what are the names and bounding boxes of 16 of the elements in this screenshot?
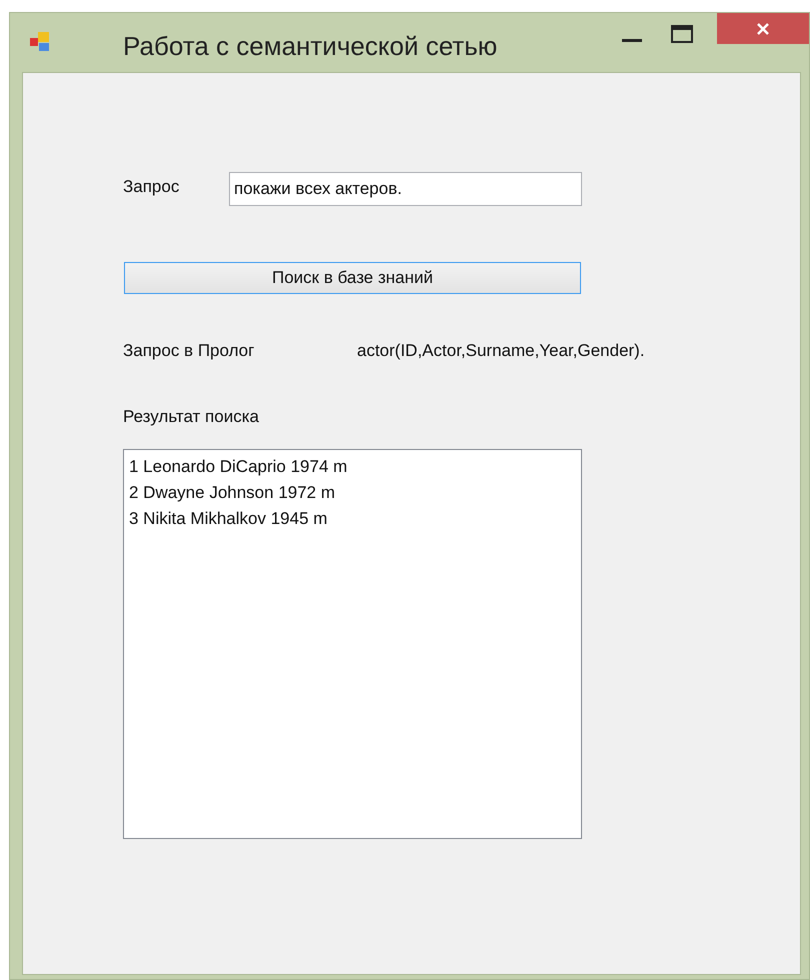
result-item[interactable]: 2 Dwayne Johnson 1972 m	[129, 480, 576, 506]
query-input[interactable]: покажи всех актеров.	[229, 172, 582, 206]
results-listbox[interactable]: 1 Leonardo DiCaprio 1974 m 2 Dwayne Johnson 1972 m 3 Nikita Mikhalkov 1945 m	[123, 449, 582, 839]
result-item[interactable]: 1 Leonardo DiCaprio 1974 m	[129, 454, 576, 480]
prolog-label: Запрос в Пролог	[123, 340, 256, 362]
query-label: Запрос	[123, 176, 180, 198]
prolog-query-text: actor(ID,Actor,Surname,Year,Gender).	[357, 340, 645, 362]
app-icon	[30, 32, 52, 52]
close-icon	[756, 22, 770, 36]
result-item[interactable]: 3 Nikita Mikhalkov 1945 m	[129, 506, 576, 532]
maximize-icon[interactable]	[671, 25, 693, 43]
close-button[interactable]	[717, 13, 809, 44]
search-button[interactable]: Поиск в базе знаний	[124, 262, 581, 294]
window-title: Работа с семантической сетью	[123, 30, 498, 63]
minimize-icon[interactable]	[622, 39, 642, 43]
results-label: Результат поиска	[123, 406, 260, 428]
